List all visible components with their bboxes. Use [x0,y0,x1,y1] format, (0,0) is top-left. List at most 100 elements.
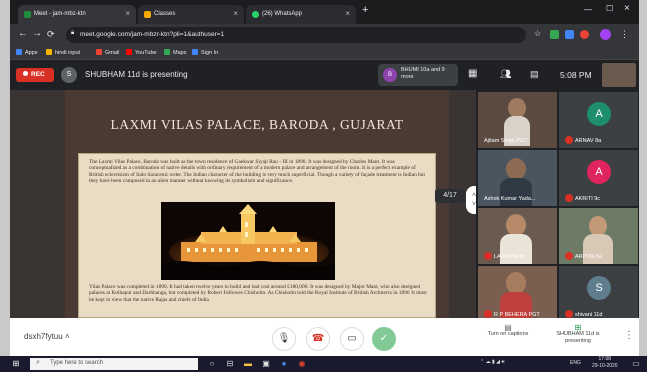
self-view-tile[interactable] [602,63,636,87]
mic-off-icon [565,194,573,202]
system-clock[interactable]: 17:08 29-10-2020 [592,356,618,370]
presenting-button[interactable]: ⊞ SHUBHAM 11d is presenting [548,324,608,345]
participant-tile[interactable]: A ARNAV 8a [559,92,638,148]
profile-avatar[interactable] [600,29,611,40]
participant-name: Ashok Kumar Yada... [484,196,536,202]
chip-text: BHUMI 10a and 9 more [401,67,445,80]
maximize-icon[interactable]: ☐ [606,4,613,13]
classroom-favicon-icon [144,11,151,18]
captions-button[interactable]: ▤ Turn on captions [478,324,538,338]
camera-icon: ▭ [347,333,357,344]
tab-close-icon[interactable]: × [345,9,350,18]
participant-video [508,98,526,118]
participant-tile[interactable]: LAVANYA 9c [478,208,557,264]
reload-icon[interactable]: ⟳ [47,29,55,39]
presenter-avatar: S [61,67,77,83]
meet-top-bar: REC S SHUBHAM 11d is presenting B BHUMI … [10,60,639,90]
participant-chip[interactable]: B BHUMI 10a and 9 more [378,64,458,86]
tab-close-icon[interactable]: × [233,9,238,18]
tab-bar: Meet - jam-mbz-ktn × Classes × (26) What… [10,0,639,24]
layout-grid-icon[interactable]: ▦ [468,69,477,79]
back-icon[interactable]: ← [18,29,28,39]
tab-classes[interactable]: Classes × [138,5,244,24]
minimize-icon[interactable]: — [584,5,592,14]
participant-video [589,216,607,236]
taskbar-search[interactable]: ⌕ Type here to search [30,358,198,370]
address-bar[interactable]: 🔒︎ meet.google.com/jam-mbzr-ktn?pli=1&au… [66,27,526,43]
bookmarks-bar: Apps hindi input Gmail YouTube Maps Sign… [10,46,639,60]
extension-icon[interactable] [550,30,559,39]
lock-icon: 🔒︎ [71,30,75,36]
slide: LAXMI VILAS PALACE, BARODA , GUJARAT The… [65,90,449,318]
task-view-icon[interactable]: ○ [206,358,218,370]
forward-icon[interactable]: → [32,29,42,39]
bookmark-apps[interactable]: Apps [16,49,38,56]
participant-tile[interactable]: Ashok Kumar Yada... [478,150,557,206]
extension-icon[interactable] [580,30,589,39]
more-icon[interactable]: ⋮ [624,330,634,341]
tab-whatsapp-label: (26) WhatsApp [262,11,303,17]
search-icon: ⌕ [36,359,40,366]
menu-icon[interactable]: ⋮ [620,29,629,39]
participant-video [506,272,526,294]
new-tab-icon[interactable]: + [362,4,368,16]
close-window-icon[interactable]: × [624,3,630,14]
mic-off-icon [565,310,573,318]
browser-window: Meet - jam-mbz-ktn × Classes × (26) What… [10,0,639,360]
chip-avatar: B [383,68,397,82]
captions-icon: ▤ [504,323,512,332]
page-indicator: 4/17 [435,189,465,203]
mic-button[interactable]: 🎙︎ [272,327,296,351]
presentation-stage: LAXMI VILAS PALACE, BARODA , GUJARAT The… [10,90,482,318]
bookmark-hindi-input[interactable]: hindi input [46,49,80,56]
mic-off-icon [484,252,492,260]
status-check-button[interactable]: ✓ [372,327,396,351]
participant-avatar: A [587,102,611,126]
language-indicator[interactable]: ENG [570,360,581,366]
presenting-label: SHUBHAM 11d is presenting [556,331,600,344]
participant-tile[interactable]: S shivani 11d [559,266,638,322]
leave-call-button[interactable]: ☎︎ [306,327,330,351]
tab-whatsapp[interactable]: (26) WhatsApp × [246,5,356,24]
participant-tile[interactable]: R P BEHERA PGT [478,266,557,322]
recording-badge: REC [16,68,54,82]
participant-video [506,158,526,180]
presenting-status: SHUBHAM 11d is presenting [85,70,188,79]
participant-name: ARNAV 8a [565,136,601,144]
address-toolbar: ← → ⟳ 🔒︎ meet.google.com/jam-mbzr-ktn?pl… [10,24,639,46]
star-icon[interactable]: ☆ [534,29,541,39]
participant-name: AKRITI 9c [565,194,600,202]
windows-icon[interactable]: ⊞ [10,358,22,370]
url-text: meet.google.com/jam-mbzr-ktn?pli=1&authu… [80,31,225,38]
participant-tile[interactable]: Ajitam Singh PGT [478,92,557,148]
chevron-up-icon[interactable]: ˄ [65,332,70,341]
chrome-icon[interactable]: ◉ [296,358,308,370]
tab-classes-label: Classes [154,11,176,17]
mic-off-icon [565,136,573,144]
bookmark-sign-in[interactable]: Sign In [192,49,218,56]
participant-tile[interactable]: ARPITA 8a [559,208,638,264]
tab-meet[interactable]: Meet - jam-mbz-ktn × [18,5,136,24]
extension-icon[interactable] [565,30,574,39]
bookmark-maps[interactable]: Maps [164,49,186,56]
bookmark-gmail[interactable]: Gmail [96,49,119,56]
meeting-code[interactable]: dsxh7fytuu ˄ [24,332,70,341]
mic-off-icon [565,252,573,260]
store-icon[interactable]: ▣ [260,358,272,370]
tray-icons[interactable]: ⌃ ☁︎ ▮ ◢ 🔊︎ [480,359,505,365]
camera-button[interactable]: ▭ [340,327,364,351]
participant-tile[interactable]: A AKRITI 9c [559,150,638,206]
people-icon[interactable]: 👥︎ [500,69,511,79]
widgets-icon[interactable]: ⊟ [224,358,236,370]
chat-icon[interactable]: ▤ [530,69,539,79]
meet-favicon-icon [24,11,31,18]
participant-avatar: S [587,276,611,300]
captions-label: Turn on captions [487,331,529,337]
edge-icon[interactable]: ● [278,358,290,370]
tab-close-icon[interactable]: × [125,9,130,18]
search-placeholder: Type here to search [50,360,104,366]
notification-icon[interactable]: ▭ [630,358,642,370]
bookmark-youtube[interactable]: YouTube [126,49,157,56]
file-explorer-icon[interactable]: ▬ [242,358,254,370]
whatsapp-favicon-icon [252,11,259,18]
